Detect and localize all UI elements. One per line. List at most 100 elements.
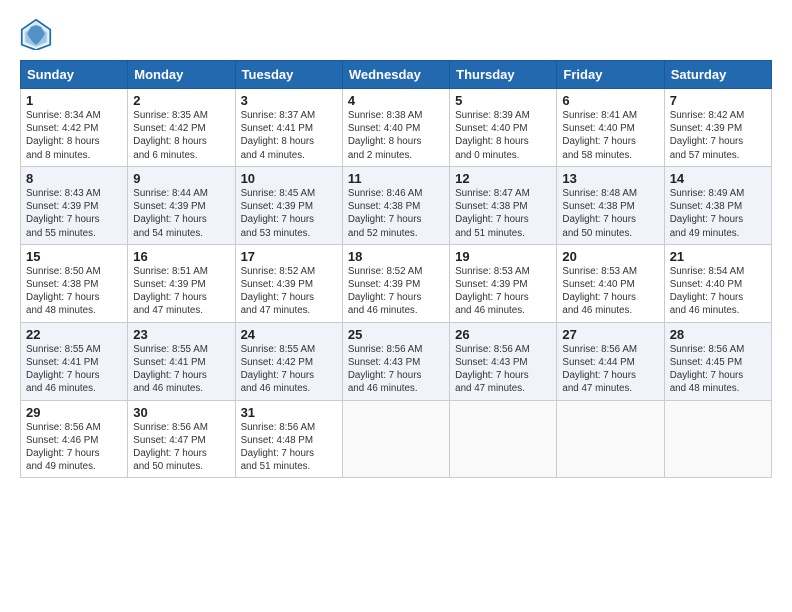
day-detail: Sunrise: 8:56 AM Sunset: 4:46 PM Dayligh… xyxy=(26,422,101,473)
day-detail: Sunrise: 8:54 AM Sunset: 4:40 PM Dayligh… xyxy=(670,266,745,317)
day-detail: Sunrise: 8:55 AM Sunset: 4:41 PM Dayligh… xyxy=(133,344,208,395)
calendar-week-row: 1 Sunrise: 8:34 AM Sunset: 4:42 PM Daylig… xyxy=(21,89,772,167)
calendar-cell: 6Sunrise: 8:41 AM Sunset: 4:40 PM Daylig… xyxy=(557,89,664,167)
day-number: 25 xyxy=(348,327,444,342)
weekday-header: Sunday xyxy=(21,61,128,89)
day-number: 3 xyxy=(241,93,337,108)
day-detail: Sunrise: 8:53 AM Sunset: 4:40 PM Dayligh… xyxy=(562,266,637,317)
day-detail: Sunrise: 8:48 AM Sunset: 4:38 PM Dayligh… xyxy=(562,188,637,239)
day-detail: Sunrise: 8:56 AM Sunset: 4:47 PM Dayligh… xyxy=(133,422,208,473)
calendar-cell: 21 Sunrise: 8:54 AM Sunset: 4:40 PM Dayli… xyxy=(664,244,771,322)
day-detail: Sunrise: 8:52 AM Sunset: 4:39 PM Dayligh… xyxy=(348,266,423,317)
day-detail: Sunrise: 8:35 AM Sunset: 4:42 PM Dayligh… xyxy=(133,110,208,161)
weekday-header: Wednesday xyxy=(342,61,449,89)
calendar-cell: 27Sunrise: 8:56 AM Sunset: 4:44 PM Dayli… xyxy=(557,322,664,400)
calendar-cell: 31 Sunrise: 8:56 AM Sunset: 4:48 PM Dayli… xyxy=(235,400,342,478)
calendar-cell: 23Sunrise: 8:55 AM Sunset: 4:41 PM Dayli… xyxy=(128,322,235,400)
day-detail: Sunrise: 8:52 AM Sunset: 4:39 PM Dayligh… xyxy=(241,266,316,317)
day-detail: Sunrise: 8:46 AM Sunset: 4:38 PM Dayligh… xyxy=(348,188,423,239)
calendar-week-row: 15 Sunrise: 8:50 AM Sunset: 4:38 PM Dayli… xyxy=(21,244,772,322)
calendar-week-row: 8 Sunrise: 8:43 AM Sunset: 4:39 PM Daylig… xyxy=(21,166,772,244)
calendar-cell: 8 Sunrise: 8:43 AM Sunset: 4:39 PM Daylig… xyxy=(21,166,128,244)
day-detail: Sunrise: 8:34 AM Sunset: 4:42 PM Dayligh… xyxy=(26,110,101,161)
day-number: 14 xyxy=(670,171,766,186)
calendar-cell: 2 Sunrise: 8:35 AM Sunset: 4:42 PM Daylig… xyxy=(128,89,235,167)
calendar-cell: 29 Sunrise: 8:56 AM Sunset: 4:46 PM Dayli… xyxy=(21,400,128,478)
weekday-header: Tuesday xyxy=(235,61,342,89)
day-number: 6 xyxy=(562,93,658,108)
day-detail: Sunrise: 8:43 AM Sunset: 4:39 PM Dayligh… xyxy=(26,188,101,239)
calendar-cell xyxy=(342,400,449,478)
calendar-cell: 24 Sunrise: 8:55 AM Sunset: 4:42 PM Dayli… xyxy=(235,322,342,400)
day-number: 4 xyxy=(348,93,444,108)
day-number: 15 xyxy=(26,249,122,264)
day-detail: Sunrise: 8:38 AM Sunset: 4:40 PM Dayligh… xyxy=(348,110,423,161)
day-number: 20 xyxy=(562,249,658,264)
day-number: 19 xyxy=(455,249,551,264)
day-number: 16 xyxy=(133,249,229,264)
day-number: 21 xyxy=(670,249,766,264)
header xyxy=(20,18,772,50)
calendar-table: SundayMondayTuesdayWednesdayThursdayFrid… xyxy=(20,60,772,478)
calendar-cell: 20 Sunrise: 8:53 AM Sunset: 4:40 PM Dayli… xyxy=(557,244,664,322)
day-number: 17 xyxy=(241,249,337,264)
day-detail: Sunrise: 8:47 AM Sunset: 4:38 PM Dayligh… xyxy=(455,188,530,239)
day-detail: Sunrise: 8:50 AM Sunset: 4:38 PM Dayligh… xyxy=(26,266,101,317)
day-number: 26 xyxy=(455,327,551,342)
day-number: 7 xyxy=(670,93,766,108)
day-number: 22 xyxy=(26,327,122,342)
day-number: 10 xyxy=(241,171,337,186)
calendar-week-row: 29 Sunrise: 8:56 AM Sunset: 4:46 PM Dayli… xyxy=(21,400,772,478)
calendar-cell: 14 Sunrise: 8:49 AM Sunset: 4:38 PM Dayli… xyxy=(664,166,771,244)
day-number: 12 xyxy=(455,171,551,186)
calendar-cell xyxy=(664,400,771,478)
day-detail: Sunrise: 8:44 AM Sunset: 4:39 PM Dayligh… xyxy=(133,188,208,239)
calendar-cell: 30 Sunrise: 8:56 AM Sunset: 4:47 PM Dayli… xyxy=(128,400,235,478)
day-number: 18 xyxy=(348,249,444,264)
day-number: 2 xyxy=(133,93,229,108)
calendar-cell: 22 Sunrise: 8:55 AM Sunset: 4:41 PM Dayli… xyxy=(21,322,128,400)
day-number: 27 xyxy=(562,327,658,342)
calendar-cell: 11Sunrise: 8:46 AM Sunset: 4:38 PM Dayli… xyxy=(342,166,449,244)
day-number: 8 xyxy=(26,171,122,186)
logo xyxy=(20,18,56,50)
day-number: 5 xyxy=(455,93,551,108)
day-number: 13 xyxy=(562,171,658,186)
calendar-week-row: 22 Sunrise: 8:55 AM Sunset: 4:41 PM Dayli… xyxy=(21,322,772,400)
day-detail: Sunrise: 8:53 AM Sunset: 4:39 PM Dayligh… xyxy=(455,266,530,317)
weekday-header: Thursday xyxy=(450,61,557,89)
calendar-cell: 9 Sunrise: 8:44 AM Sunset: 4:39 PM Daylig… xyxy=(128,166,235,244)
calendar-cell: 15 Sunrise: 8:50 AM Sunset: 4:38 PM Dayli… xyxy=(21,244,128,322)
day-number: 1 xyxy=(26,93,122,108)
day-detail: Sunrise: 8:56 AM Sunset: 4:48 PM Dayligh… xyxy=(241,422,316,473)
calendar-cell xyxy=(557,400,664,478)
calendar-cell: 12 Sunrise: 8:47 AM Sunset: 4:38 PM Dayli… xyxy=(450,166,557,244)
calendar-cell: 13 Sunrise: 8:48 AM Sunset: 4:38 PM Dayli… xyxy=(557,166,664,244)
calendar-cell: 7 Sunrise: 8:42 AM Sunset: 4:39 PM Daylig… xyxy=(664,89,771,167)
day-detail: Sunrise: 8:55 AM Sunset: 4:42 PM Dayligh… xyxy=(241,344,316,395)
day-detail: Sunrise: 8:51 AM Sunset: 4:39 PM Dayligh… xyxy=(133,266,208,317)
day-detail: Sunrise: 8:55 AM Sunset: 4:41 PM Dayligh… xyxy=(26,344,101,395)
day-number: 31 xyxy=(241,405,337,420)
logo-icon xyxy=(20,18,52,50)
day-detail: Sunrise: 8:37 AM Sunset: 4:41 PM Dayligh… xyxy=(241,110,316,161)
calendar-cell: 1 Sunrise: 8:34 AM Sunset: 4:42 PM Daylig… xyxy=(21,89,128,167)
day-number: 29 xyxy=(26,405,122,420)
calendar-cell: 19 Sunrise: 8:53 AM Sunset: 4:39 PM Dayli… xyxy=(450,244,557,322)
calendar-cell: 3 Sunrise: 8:37 AM Sunset: 4:41 PM Daylig… xyxy=(235,89,342,167)
day-detail: Sunrise: 8:49 AM Sunset: 4:38 PM Dayligh… xyxy=(670,188,745,239)
calendar-cell: 25Sunrise: 8:56 AM Sunset: 4:43 PM Dayli… xyxy=(342,322,449,400)
calendar-cell xyxy=(450,400,557,478)
day-number: 30 xyxy=(133,405,229,420)
page: SundayMondayTuesdayWednesdayThursdayFrid… xyxy=(0,0,792,612)
day-number: 9 xyxy=(133,171,229,186)
weekday-header: Friday xyxy=(557,61,664,89)
day-number: 24 xyxy=(241,327,337,342)
calendar-cell: 5Sunrise: 8:39 AM Sunset: 4:40 PM Daylig… xyxy=(450,89,557,167)
header-row: SundayMondayTuesdayWednesdayThursdayFrid… xyxy=(21,61,772,89)
calendar-cell: 26Sunrise: 8:56 AM Sunset: 4:43 PM Dayli… xyxy=(450,322,557,400)
calendar-cell: 10 Sunrise: 8:45 AM Sunset: 4:39 PM Dayli… xyxy=(235,166,342,244)
day-detail: Sunrise: 8:45 AM Sunset: 4:39 PM Dayligh… xyxy=(241,188,316,239)
day-detail: Sunrise: 8:42 AM Sunset: 4:39 PM Dayligh… xyxy=(670,110,745,161)
calendar-cell: 28Sunrise: 8:56 AM Sunset: 4:45 PM Dayli… xyxy=(664,322,771,400)
